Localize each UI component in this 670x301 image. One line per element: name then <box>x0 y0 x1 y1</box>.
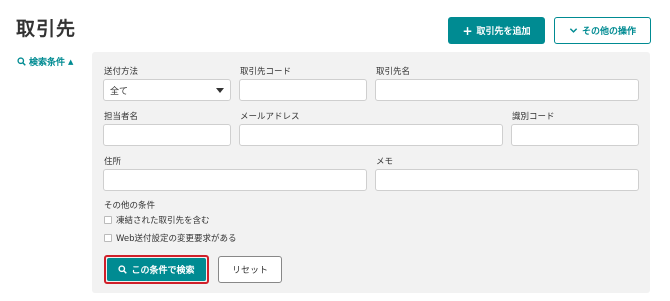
include-frozen-label: 凍結された取引先を含む <box>116 216 210 226</box>
search-icon <box>118 265 128 274</box>
plus-icon: + <box>462 23 473 38</box>
web-send-change-request-label: Web送付設定の変更要求がある <box>116 234 237 244</box>
search-conditions-label: 検索条件 <box>29 58 66 68</box>
search-conditions-toggle[interactable]: 検索条件 ▲ <box>17 55 73 68</box>
id-code-input[interactable] <box>511 124 639 146</box>
page-title: 取引先 <box>16 18 77 40</box>
other-operations-label: その他の操作 <box>581 27 636 37</box>
checkbox-box[interactable] <box>104 234 112 242</box>
web-send-change-request-checkbox[interactable]: Web送付設定の変更要求がある <box>104 232 237 244</box>
checkbox-box[interactable] <box>104 216 112 224</box>
other-conditions-label: その他の条件 <box>104 201 156 211</box>
partner-code-label: 取引先コード <box>240 67 292 77</box>
address-input[interactable] <box>103 169 367 191</box>
contact-name-input[interactable] <box>103 124 231 146</box>
chevron-down-icon <box>569 28 578 33</box>
search-button-highlight: この条件で検索 <box>104 255 209 284</box>
send-method-value: 全て <box>110 86 129 97</box>
search-button-label: この条件で検索 <box>131 266 195 276</box>
address-label: 住所 <box>104 157 122 167</box>
reset-button[interactable]: リセット <box>218 256 282 283</box>
email-input[interactable] <box>239 124 503 146</box>
add-partner-label: 取引先を追加 <box>476 27 531 37</box>
add-partner-button[interactable]: + 取引先を追加 <box>448 17 545 44</box>
send-method-select[interactable]: 全て <box>103 79 231 101</box>
id-code-label: 識別コード <box>512 112 555 122</box>
other-operations-button[interactable]: その他の操作 <box>554 17 651 44</box>
dropdown-arrow-icon <box>216 87 224 93</box>
memo-input[interactable] <box>375 169 639 191</box>
memo-label: メモ <box>376 157 394 167</box>
search-icon <box>17 57 26 66</box>
email-label: メールアドレス <box>240 112 300 122</box>
contact-name-label: 担当者名 <box>104 112 139 122</box>
partner-code-input[interactable] <box>239 79 367 101</box>
partner-name-input[interactable] <box>375 79 639 101</box>
search-with-conditions-button[interactable]: この条件で検索 <box>107 258 206 281</box>
include-frozen-checkbox[interactable]: 凍結された取引先を含む <box>104 214 210 226</box>
caret-up-icon: ▲ <box>68 57 74 66</box>
partner-name-label: 取引先名 <box>376 67 411 77</box>
send-method-label: 送付方法 <box>104 67 139 77</box>
